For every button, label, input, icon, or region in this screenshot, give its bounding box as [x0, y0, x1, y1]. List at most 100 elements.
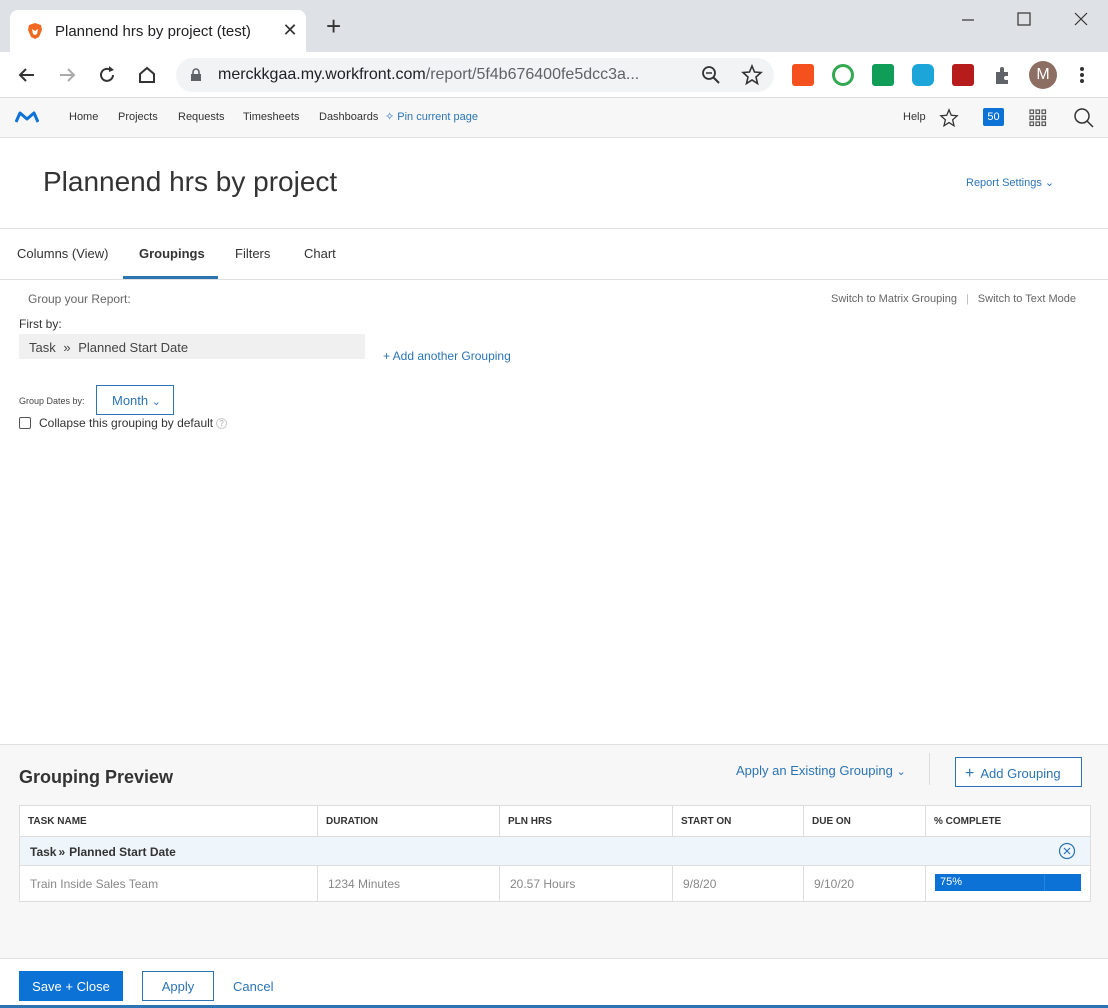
- collapse-grouping-option: Collapse this grouping by default ?: [19, 416, 228, 430]
- minimize-icon[interactable]: [956, 8, 980, 32]
- url-path: /report/5f4b676400fe5dcc3a...: [425, 66, 640, 83]
- tab-groupings[interactable]: Groupings: [139, 246, 205, 261]
- column-header-start-on[interactable]: START ON: [673, 806, 804, 837]
- tab-chart[interactable]: Chart: [304, 246, 336, 261]
- new-tab-icon[interactable]: +: [326, 13, 341, 39]
- extension-walkme-icon[interactable]: [912, 64, 934, 86]
- back-icon[interactable]: [15, 63, 39, 87]
- page-title: Plannend hrs by project: [43, 166, 338, 197]
- vertical-divider: [929, 753, 930, 785]
- nav-dashboards[interactable]: Dashboards: [319, 111, 378, 123]
- grouping-field-object: Task: [29, 340, 56, 355]
- percent-complete-label: 75%: [940, 876, 963, 888]
- browser-tab[interactable]: Plannend hrs by project (test) ✕: [10, 10, 306, 52]
- group-row-object: Task: [30, 845, 57, 859]
- add-grouping-label: Add Grouping: [980, 766, 1061, 781]
- save-close-button[interactable]: Save + Close: [19, 971, 123, 1001]
- cell-pln-hrs: 20.57 Hours: [500, 866, 673, 902]
- chevron-down-icon: ⌄: [1044, 177, 1055, 189]
- favorites-star-icon[interactable]: [939, 108, 959, 128]
- nav-requests[interactable]: Requests: [178, 111, 224, 123]
- grouping-field-name: Planned Start Date: [78, 340, 189, 355]
- grouping-preview-title: Grouping Preview: [19, 767, 174, 787]
- reload-icon[interactable]: [95, 63, 119, 87]
- switch-text-mode-link[interactable]: Switch to Text Mode: [978, 293, 1076, 305]
- lock-icon: [191, 68, 201, 81]
- switch-matrix-grouping-link[interactable]: Switch to Matrix Grouping: [831, 293, 957, 305]
- nav-projects[interactable]: Projects: [118, 111, 158, 123]
- cell-task-name: Train Inside Sales Team: [20, 866, 318, 902]
- nav-home[interactable]: Home: [69, 111, 98, 123]
- extension-circle-icon[interactable]: [832, 64, 854, 86]
- collapse-grouping-label[interactable]: Collapse this grouping by default: [39, 416, 213, 430]
- group-dates-value: Month: [112, 393, 149, 408]
- browser-tab-bar: Plannend hrs by project (test) ✕ +: [0, 0, 1108, 52]
- maximize-icon[interactable]: [1012, 8, 1036, 32]
- apply-existing-label: Apply an Existing Grouping: [736, 763, 893, 778]
- tab-columns-view[interactable]: Columns (View): [17, 246, 109, 261]
- add-grouping-button[interactable]: + Add Grouping: [955, 757, 1082, 787]
- column-header-pln-hrs[interactable]: PLN HRS: [500, 806, 673, 837]
- extensions-puzzle-icon[interactable]: [992, 64, 1014, 86]
- address-bar[interactable]: merckkgaa.my.workfront.com/report/5f4b67…: [176, 58, 774, 92]
- forward-icon[interactable]: [55, 63, 79, 87]
- workfront-nav: Home Projects Requests Timesheets Dashbo…: [0, 98, 1108, 138]
- close-window-icon[interactable]: [1069, 8, 1093, 32]
- percent-complete-bar: 75%: [935, 874, 1081, 891]
- apps-grid-icon[interactable]: [1029, 109, 1047, 127]
- group-dates-select[interactable]: Month ⌄: [96, 385, 174, 415]
- home-icon[interactable]: [135, 63, 159, 87]
- report-settings-label: Report Settings: [966, 177, 1042, 189]
- double-chevron-icon: »: [58, 845, 66, 859]
- search-icon[interactable]: [1073, 107, 1095, 129]
- pin-label: Pin current page: [397, 111, 478, 123]
- tab-close-icon[interactable]: ✕: [280, 20, 300, 41]
- url-host: merckkgaa.my.workfront.com: [218, 66, 426, 83]
- extension-chart-icon[interactable]: [792, 64, 814, 86]
- browser-menu-icon[interactable]: [1074, 64, 1090, 86]
- column-header-task-name[interactable]: TASK NAME: [20, 806, 318, 837]
- report-tabs: Columns (View) Groupings Filters Chart: [0, 229, 1108, 280]
- collapse-grouping-checkbox[interactable]: [19, 417, 31, 429]
- footer-actions: Save + Close Apply Cancel: [0, 958, 1108, 1008]
- cell-duration: 1234 Minutes: [318, 866, 500, 902]
- report-settings-dropdown[interactable]: Report Settings ⌄: [966, 176, 1054, 189]
- zoom-icon[interactable]: [701, 65, 721, 85]
- group-dates-by-label: Group Dates by:: [19, 396, 85, 406]
- chevron-down-icon: ⌄: [151, 396, 161, 408]
- separator: |: [965, 293, 969, 305]
- group-row-name: Planned Start Date: [69, 845, 176, 859]
- add-another-grouping-link[interactable]: + Add another Grouping: [383, 349, 511, 363]
- cell-due-on: 9/10/20: [804, 866, 926, 902]
- first-by-label: First by:: [19, 317, 62, 331]
- workfront-logo-icon[interactable]: [15, 111, 39, 123]
- apply-button[interactable]: Apply: [142, 971, 214, 1001]
- column-header-percent-complete[interactable]: % COMPLETE: [926, 806, 1090, 837]
- double-chevron-icon: »: [63, 340, 71, 355]
- bookmark-star-icon[interactable]: [741, 64, 763, 86]
- close-circle-icon[interactable]: [1058, 842, 1076, 860]
- group-row[interactable]: Task» Planned Start Date: [20, 837, 1090, 866]
- cell-start-on: 9/8/20: [673, 866, 804, 902]
- extension-pdf-icon[interactable]: [952, 64, 974, 86]
- nav-help[interactable]: Help: [903, 111, 926, 123]
- notification-badge[interactable]: 50: [983, 108, 1004, 126]
- apply-existing-grouping-dropdown[interactable]: Apply an Existing Grouping ⌄: [736, 763, 906, 778]
- extension-sheet-icon[interactable]: [872, 64, 894, 86]
- switch-links: Switch to Matrix Grouping | Switch to Text…: [831, 293, 1076, 305]
- column-header-due-on[interactable]: DUE ON: [804, 806, 926, 837]
- grouping-field-selector[interactable]: Task » Planned Start Date: [19, 334, 365, 359]
- help-question-icon[interactable]: ?: [216, 417, 228, 429]
- tab-filters[interactable]: Filters: [235, 246, 270, 261]
- nav-timesheets[interactable]: Timesheets: [243, 111, 299, 123]
- profile-avatar[interactable]: M: [1029, 61, 1057, 89]
- table-header: TASK NAME DURATION PLN HRS START ON DUE …: [20, 806, 1090, 837]
- active-tab-indicator: [123, 276, 218, 279]
- url-text: merckkgaa.my.workfront.com/report/5f4b67…: [218, 66, 639, 84]
- plus-icon: +: [965, 765, 975, 782]
- group-your-report-label: Group your Report:: [28, 292, 131, 306]
- pin-current-page-link[interactable]: ✧ Pin current page: [385, 110, 478, 123]
- pin-icon: ✧: [385, 111, 398, 123]
- cancel-link[interactable]: Cancel: [233, 979, 273, 994]
- column-header-duration[interactable]: DURATION: [318, 806, 500, 837]
